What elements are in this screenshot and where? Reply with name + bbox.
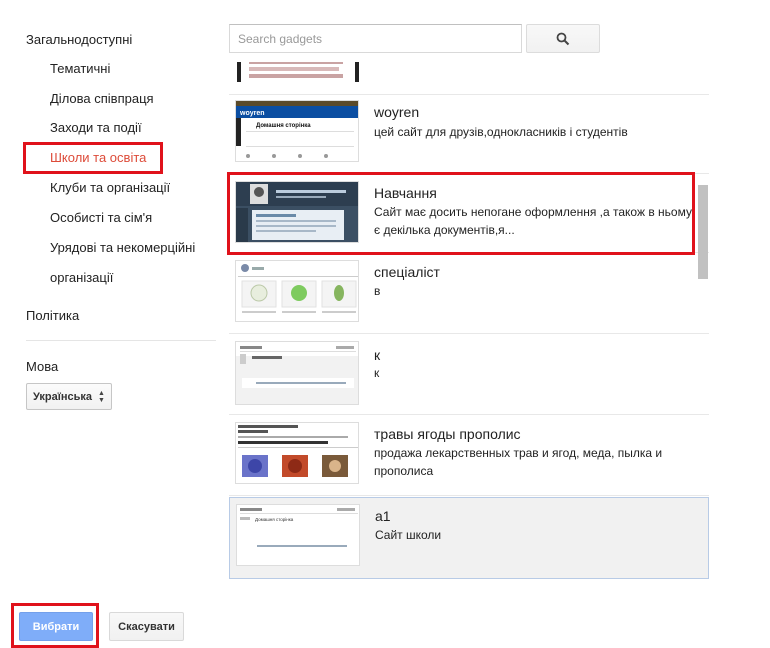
gadget-title[interactable]: woyren bbox=[374, 104, 419, 120]
svg-text:woyren: woyren bbox=[239, 110, 265, 117]
gadget-thumbnail: woyren Домашня сторінка bbox=[235, 100, 359, 162]
sidebar-item-events[interactable]: Заходи та події bbox=[50, 120, 142, 135]
list-item-selected[interactable]: Домашня сторінка а1 Сайт школи bbox=[229, 497, 709, 579]
gadget-title[interactable]: травы ягоды прополис bbox=[374, 426, 521, 442]
search-button[interactable] bbox=[526, 24, 600, 53]
list-item[interactable] bbox=[229, 62, 709, 95]
cancel-button[interactable]: Скасувати bbox=[109, 612, 184, 641]
list-item[interactable]: спеціаліст в bbox=[229, 254, 709, 334]
category-sidebar: Загальнодоступні Тематичні Ділова співпр… bbox=[0, 0, 225, 600]
svg-text:Домашня сторінка: Домашня сторінка bbox=[255, 517, 294, 522]
list-item[interactable]: woyren Домашня сторінка woyren цей сайт … bbox=[229, 95, 709, 174]
gadget-thumbnail bbox=[235, 62, 359, 88]
sidebar-item-public[interactable]: Загальнодоступні bbox=[26, 32, 132, 47]
svg-text:Домашня сторінка: Домашня сторінка bbox=[256, 123, 311, 129]
gadget-description: к bbox=[374, 366, 380, 380]
gadget-title[interactable]: к bbox=[374, 347, 380, 363]
scrollbar-thumb[interactable] bbox=[698, 185, 708, 279]
gadget-description: цей сайт для друзів,однокласників і студ… bbox=[374, 125, 628, 139]
search-input[interactable] bbox=[230, 25, 521, 52]
gadget-title[interactable]: а1 bbox=[375, 508, 391, 524]
gadget-description: Сайт школи bbox=[375, 528, 442, 542]
gadget-description: продажа лекарственных трав и ягод, меда,… bbox=[374, 446, 663, 478]
search-field[interactable] bbox=[229, 24, 522, 53]
gadget-thumbnail bbox=[235, 341, 359, 405]
language-label: Мова bbox=[26, 359, 59, 374]
sidebar-item-business[interactable]: Ділова співпраця bbox=[50, 91, 154, 106]
sidebar-item-clubs[interactable]: Клуби та організації bbox=[50, 180, 170, 195]
gadget-results-list: woyren Домашня сторінка woyren цей сайт … bbox=[229, 62, 709, 580]
updown-arrows-icon: ▲ ▼ bbox=[98, 389, 105, 404]
search-icon bbox=[556, 32, 570, 45]
category-highlight-box bbox=[23, 142, 163, 174]
select-button[interactable]: Вибрати bbox=[19, 612, 93, 641]
language-select[interactable]: Українська ▲ ▼ bbox=[26, 383, 112, 410]
list-item[interactable]: травы ягоды прополис продажа лекарственн… bbox=[229, 416, 709, 496]
sidebar-item-government[interactable]: Урядові та некомерційні bbox=[50, 240, 195, 255]
list-item[interactable]: к к bbox=[229, 335, 709, 415]
gadget-thumbnail: Домашня сторінка bbox=[236, 504, 360, 566]
sidebar-item-government-cont[interactable]: організації bbox=[50, 270, 113, 285]
sidebar-item-thematic[interactable]: Тематичні bbox=[50, 61, 110, 76]
gadget-title[interactable]: спеціаліст bbox=[374, 264, 440, 280]
sidebar-item-policy[interactable]: Політика bbox=[26, 308, 79, 323]
gadget-description: в bbox=[374, 284, 381, 298]
sidebar-divider bbox=[26, 340, 216, 341]
gadget-thumbnail bbox=[235, 422, 359, 484]
sidebar-item-personal[interactable]: Особисті та сім'я bbox=[50, 210, 152, 225]
gadget-thumbnail bbox=[235, 260, 359, 322]
result-highlight-box bbox=[227, 172, 695, 255]
language-value: Українська bbox=[33, 390, 93, 403]
